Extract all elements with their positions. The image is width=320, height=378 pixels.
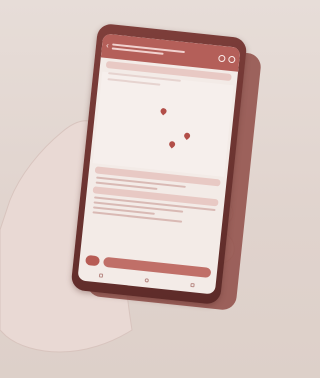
back-arrow-icon[interactable]: ‹ — [106, 41, 110, 50]
phone: ‹ — [70, 22, 248, 306]
address-line — [107, 78, 161, 86]
map-pin-icon[interactable] — [159, 106, 168, 116]
phone-icon[interactable] — [228, 55, 236, 63]
phone-screen: ‹ — [77, 33, 241, 295]
map-pin-icon[interactable] — [182, 131, 192, 141]
nav-recents-icon[interactable] — [190, 282, 195, 288]
photo-scene: ‹ — [0, 0, 286, 378]
nav-home-icon[interactable] — [144, 278, 149, 283]
header-title — [111, 43, 215, 60]
nav-back-icon[interactable] — [98, 273, 104, 278]
map-pin-icon[interactable] — [167, 140, 177, 149]
map-area — [92, 71, 234, 177]
search-icon[interactable] — [218, 54, 226, 62]
secondary-button[interactable] — [85, 254, 101, 267]
